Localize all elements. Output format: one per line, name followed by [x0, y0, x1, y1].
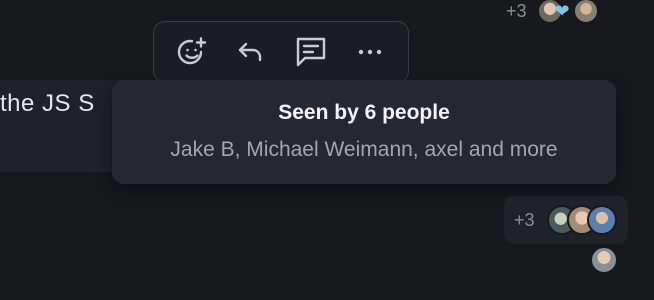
tooltip-names: Jake B, Michael Weimann, axel and more [170, 138, 558, 161]
thread-button[interactable] [289, 30, 333, 74]
read-receipts-tooltip: Seen by 6 people Jake B, Michael Weimann… [112, 80, 616, 184]
comment-icon [296, 37, 325, 67]
more-options-button[interactable] [348, 30, 392, 74]
chat-timeline: the JS S +3 ❤ Seen by 6 people Jake B, M… [0, 0, 654, 300]
more-horizontal-icon [359, 49, 382, 55]
message-text: the JS S [0, 90, 95, 117]
read-receipt-bottom[interactable]: +3 [504, 196, 628, 244]
reply-button[interactable] [229, 30, 273, 74]
read-receipt-top[interactable]: +3 ❤ [506, 0, 599, 28]
avatar[interactable] [590, 246, 618, 274]
reply-arrow-icon [239, 42, 262, 62]
heart-icon: ❤ [554, 1, 570, 21]
read-receipt-count: +3 [506, 0, 527, 21]
emoji-plus-icon [177, 37, 206, 65]
read-receipt-count: +3 [514, 209, 535, 230]
avatar-stack: ❤ [536, 0, 599, 24]
avatar-stack [546, 205, 617, 235]
avatar [572, 0, 599, 24]
avatar [586, 205, 617, 235]
tooltip-title: Seen by 6 people [278, 101, 450, 124]
message-action-toolbar [153, 21, 409, 83]
add-reaction-button[interactable] [170, 30, 214, 74]
